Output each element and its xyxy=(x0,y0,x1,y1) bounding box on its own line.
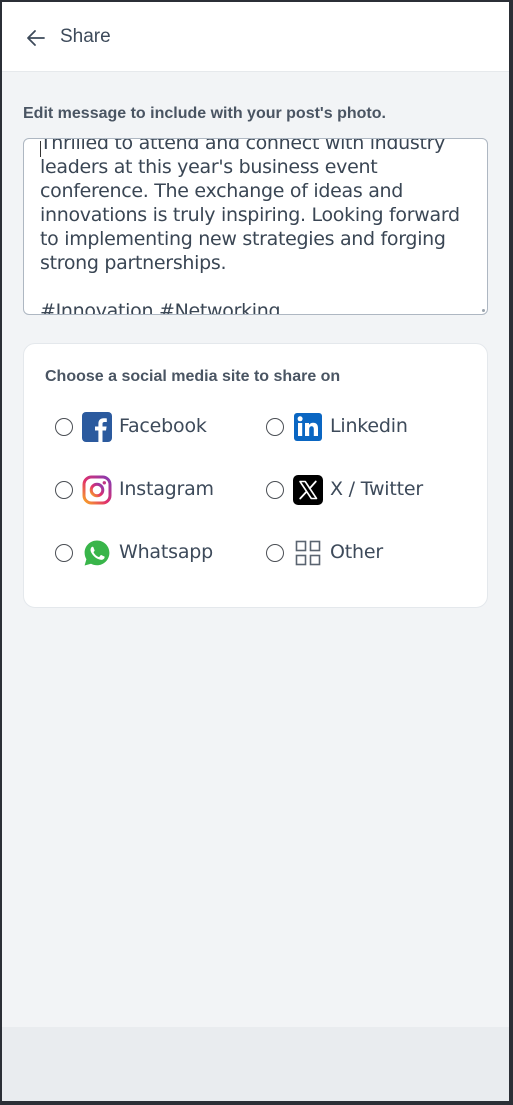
option-whatsapp[interactable]: Whatsapp xyxy=(55,536,255,570)
x-twitter-icon xyxy=(293,475,323,505)
share-heading: Choose a social media site to share on xyxy=(45,368,341,385)
whatsapp-icon xyxy=(84,540,110,566)
arrow-left-icon[interactable] xyxy=(24,26,48,50)
option-x-twitter[interactable]: X / Twitter xyxy=(266,473,466,507)
linkedin-icon xyxy=(294,413,322,441)
radio-whatsapp[interactable] xyxy=(55,544,73,562)
option-label-whatsapp: Whatsapp xyxy=(119,541,213,563)
text-caret xyxy=(40,141,41,157)
app-header: Share xyxy=(2,2,509,72)
resize-handle[interactable] xyxy=(482,309,485,312)
option-label-facebook: Facebook xyxy=(119,415,207,437)
option-label-other: Other xyxy=(330,541,383,563)
facebook-icon xyxy=(82,412,112,442)
option-label-linkedin: Linkedin xyxy=(330,415,408,437)
message-textarea[interactable]: Thrilled to attend and connect with indu… xyxy=(23,138,488,315)
option-instagram[interactable]: Instagram xyxy=(55,473,255,507)
message-text[interactable]: Thrilled to attend and connect with indu… xyxy=(40,139,478,314)
message-label: Edit message to include with your post's… xyxy=(23,105,386,122)
radio-facebook[interactable] xyxy=(55,418,73,436)
instagram-icon xyxy=(82,475,112,505)
grid-icon xyxy=(295,540,321,566)
share-options-card: Choose a social media site to share on F… xyxy=(23,343,488,608)
radio-linkedin[interactable] xyxy=(266,418,284,436)
option-linkedin[interactable]: Linkedin xyxy=(266,410,466,444)
option-other[interactable]: Other xyxy=(266,536,466,570)
radio-x-twitter[interactable] xyxy=(266,481,284,499)
option-label-instagram: Instagram xyxy=(119,478,214,500)
radio-instagram[interactable] xyxy=(55,481,73,499)
option-label-x-twitter: X / Twitter xyxy=(330,478,423,500)
page-title: Share xyxy=(60,26,111,47)
radio-other[interactable] xyxy=(266,544,284,562)
option-facebook[interactable]: Facebook xyxy=(55,410,255,444)
bottom-bar xyxy=(2,1027,509,1101)
share-screen: Share Edit message to include with your … xyxy=(2,2,509,1101)
